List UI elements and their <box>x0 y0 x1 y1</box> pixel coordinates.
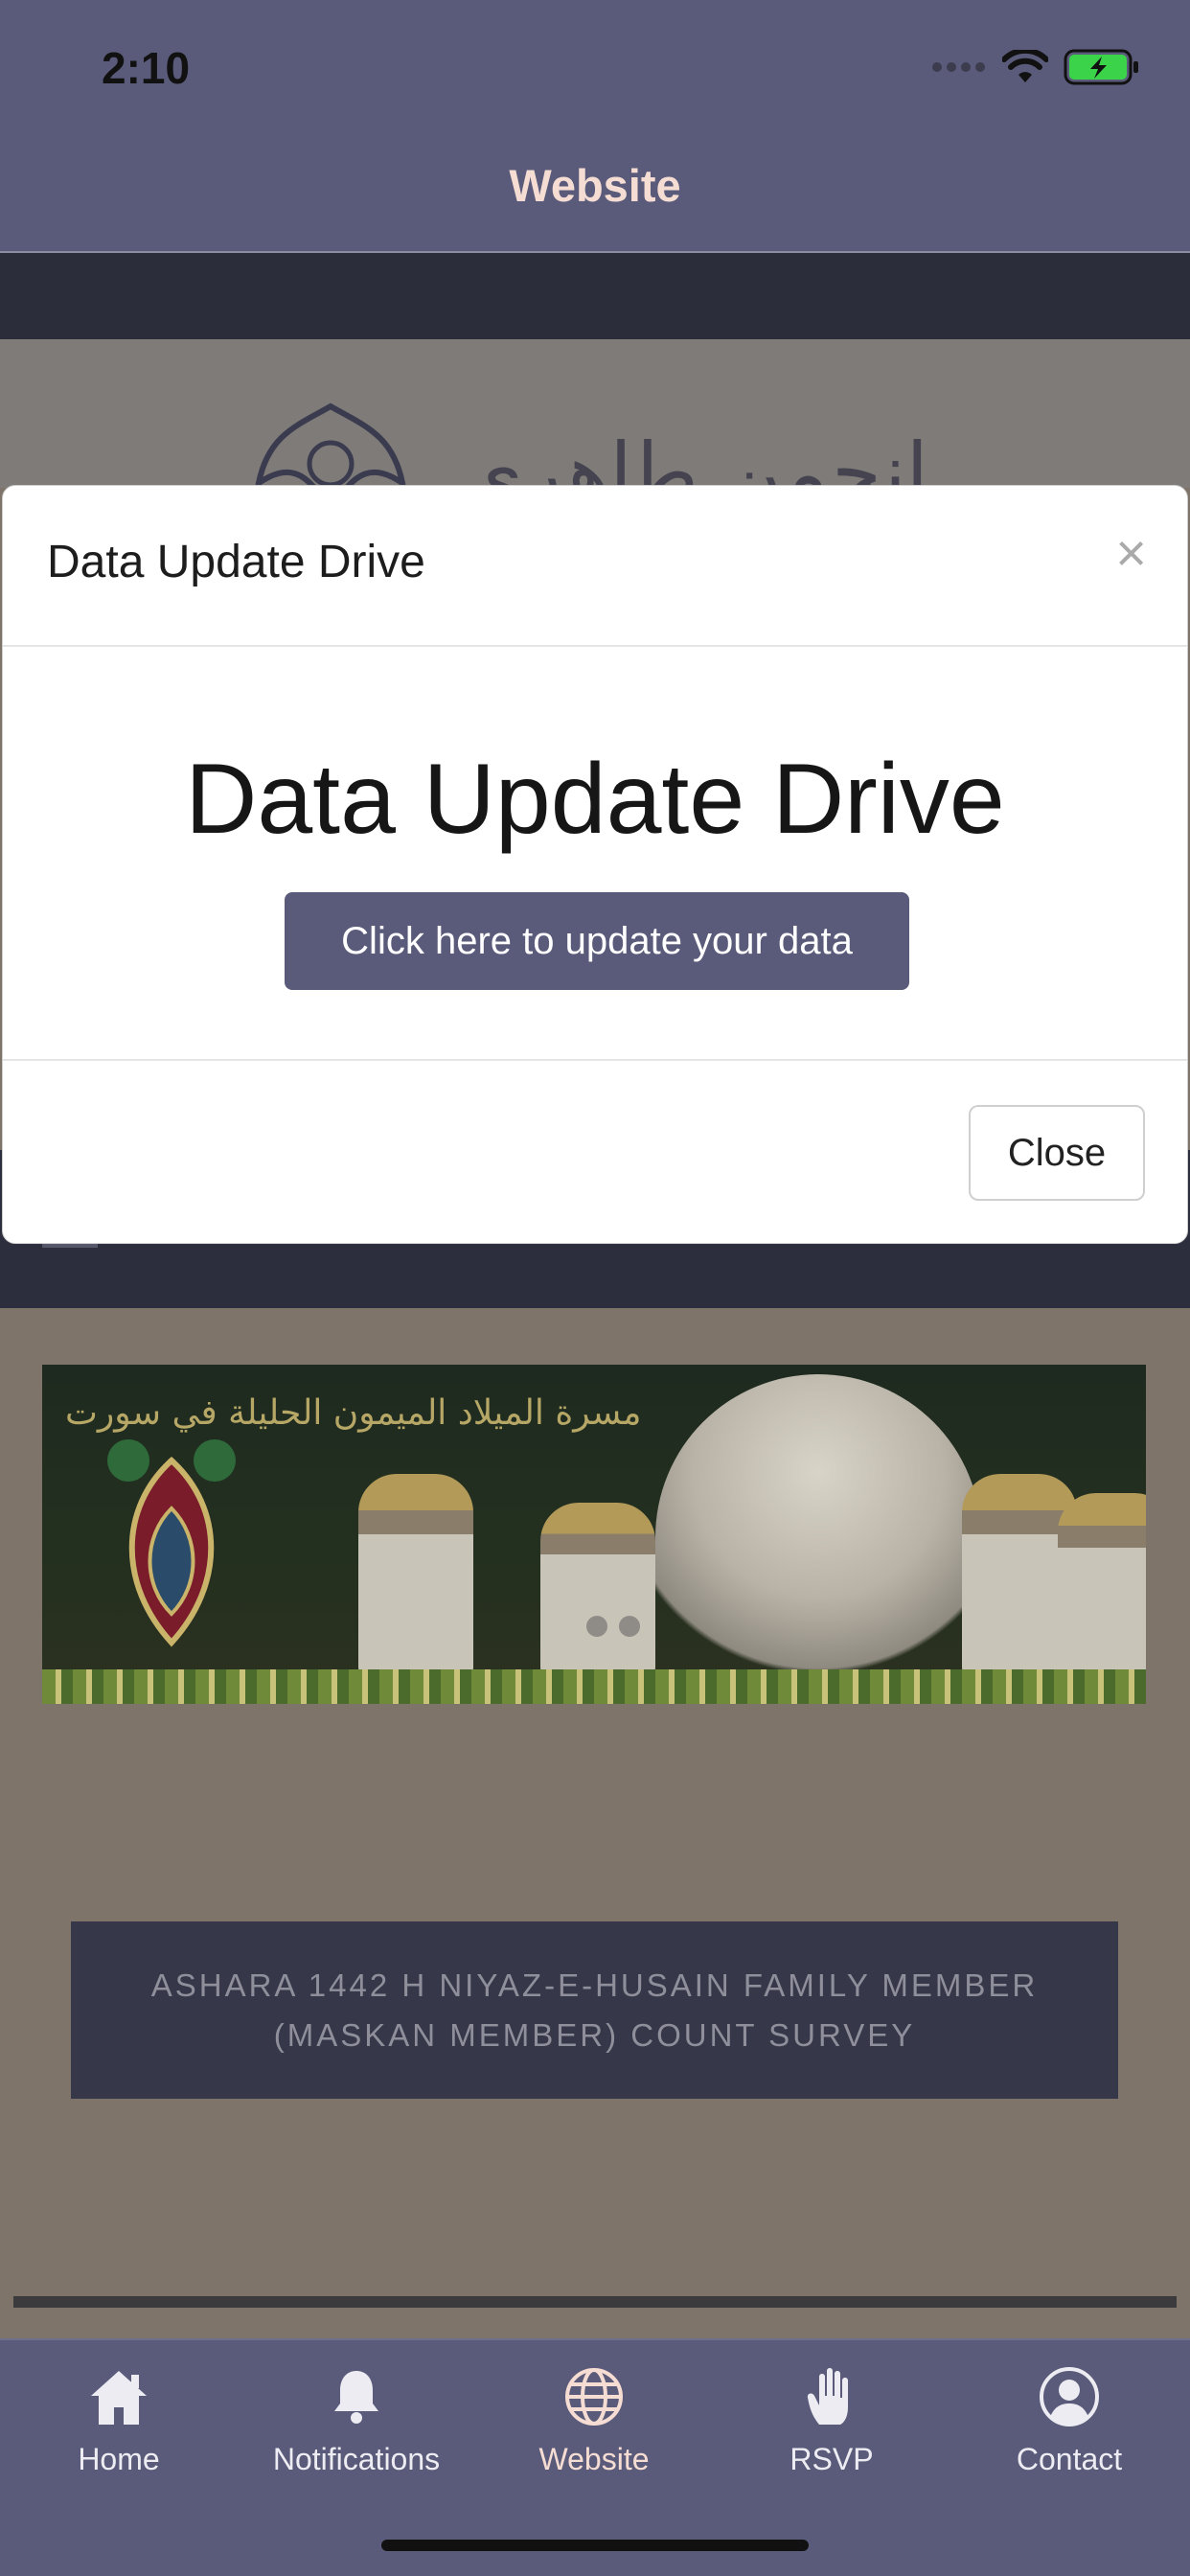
close-button[interactable]: Close <box>969 1105 1145 1201</box>
decorative-arch-icon <box>107 1439 236 1647</box>
banner-person <box>358 1474 473 1675</box>
tab-notifications[interactable]: Notifications <box>238 2356 475 2509</box>
tab-home-label: Home <box>78 2442 160 2476</box>
tab-website[interactable]: Website <box>475 2356 713 2509</box>
status-icons <box>931 48 1140 86</box>
globe-icon <box>565 2368 623 2426</box>
wifi-icon <box>1002 50 1048 82</box>
hand-icon <box>807 2368 848 2425</box>
tab-notifications-label: Notifications <box>272 2442 441 2476</box>
data-update-modal: Data Update Drive × Data Update Drive Cl… <box>2 485 1188 1244</box>
status-time: 2:10 <box>102 43 191 93</box>
modal-header: Data Update Drive × <box>3 486 1187 647</box>
battery-charging-icon <box>1064 49 1138 85</box>
carousel-dot[interactable] <box>586 1616 607 1637</box>
bell-icon <box>334 2371 378 2424</box>
survey-button[interactable]: ASHARA 1442 H NIYAZ-E-HUSAIN FAMILY MEMB… <box>71 1921 1118 2099</box>
modal-heading: Data Update Drive <box>185 744 1005 855</box>
page-title: Website <box>509 160 681 211</box>
navigation-header: 2:10 Website <box>0 0 1190 253</box>
emblem-logo-icon <box>254 402 407 488</box>
horizontal-scrollbar[interactable] <box>13 2296 1177 2308</box>
tab-home[interactable]: Home <box>0 2356 238 2509</box>
close-x-icon[interactable]: × <box>1115 526 1147 580</box>
tab-contact[interactable]: Contact <box>950 2356 1188 2509</box>
tab-rsvp-label: RSVP <box>790 2442 874 2476</box>
banner-person <box>1058 1493 1146 1675</box>
website-logo-area: انجمن طاهری <box>0 339 1190 488</box>
user-circle-icon <box>1040 2367 1099 2426</box>
website-top-bar <box>0 253 1190 339</box>
home-indicator[interactable] <box>381 2540 809 2551</box>
banner-person <box>540 1503 655 1675</box>
update-data-button[interactable]: Click here to update your data <box>285 892 909 990</box>
modal-body: Data Update Drive Click here to update y… <box>3 647 1187 1061</box>
logo-urdu-text: انجمن طاهری <box>460 426 928 488</box>
tab-website-label: Website <box>538 2442 650 2476</box>
modal-title: Data Update Drive <box>47 537 425 587</box>
home-icon <box>91 2371 147 2425</box>
tab-rsvp[interactable]: RSVP <box>713 2356 950 2509</box>
banner-central-figure <box>655 1374 981 1700</box>
carousel-indicators[interactable] <box>586 1616 640 1637</box>
cellular-signal-icon <box>932 62 985 72</box>
banner-image: مسرة الميلاد الميمون الحليلة في سورت <box>42 1365 1146 1704</box>
modal-footer: Close <box>3 1061 1187 1243</box>
tab-contact-label: Contact <box>1016 2442 1123 2476</box>
carousel-dot[interactable] <box>619 1616 640 1637</box>
banner-flowers <box>42 1669 1146 1704</box>
app-screen: 2:10 Website انجمن طاهری مسرة الميلاد ال… <box>0 0 1190 2576</box>
